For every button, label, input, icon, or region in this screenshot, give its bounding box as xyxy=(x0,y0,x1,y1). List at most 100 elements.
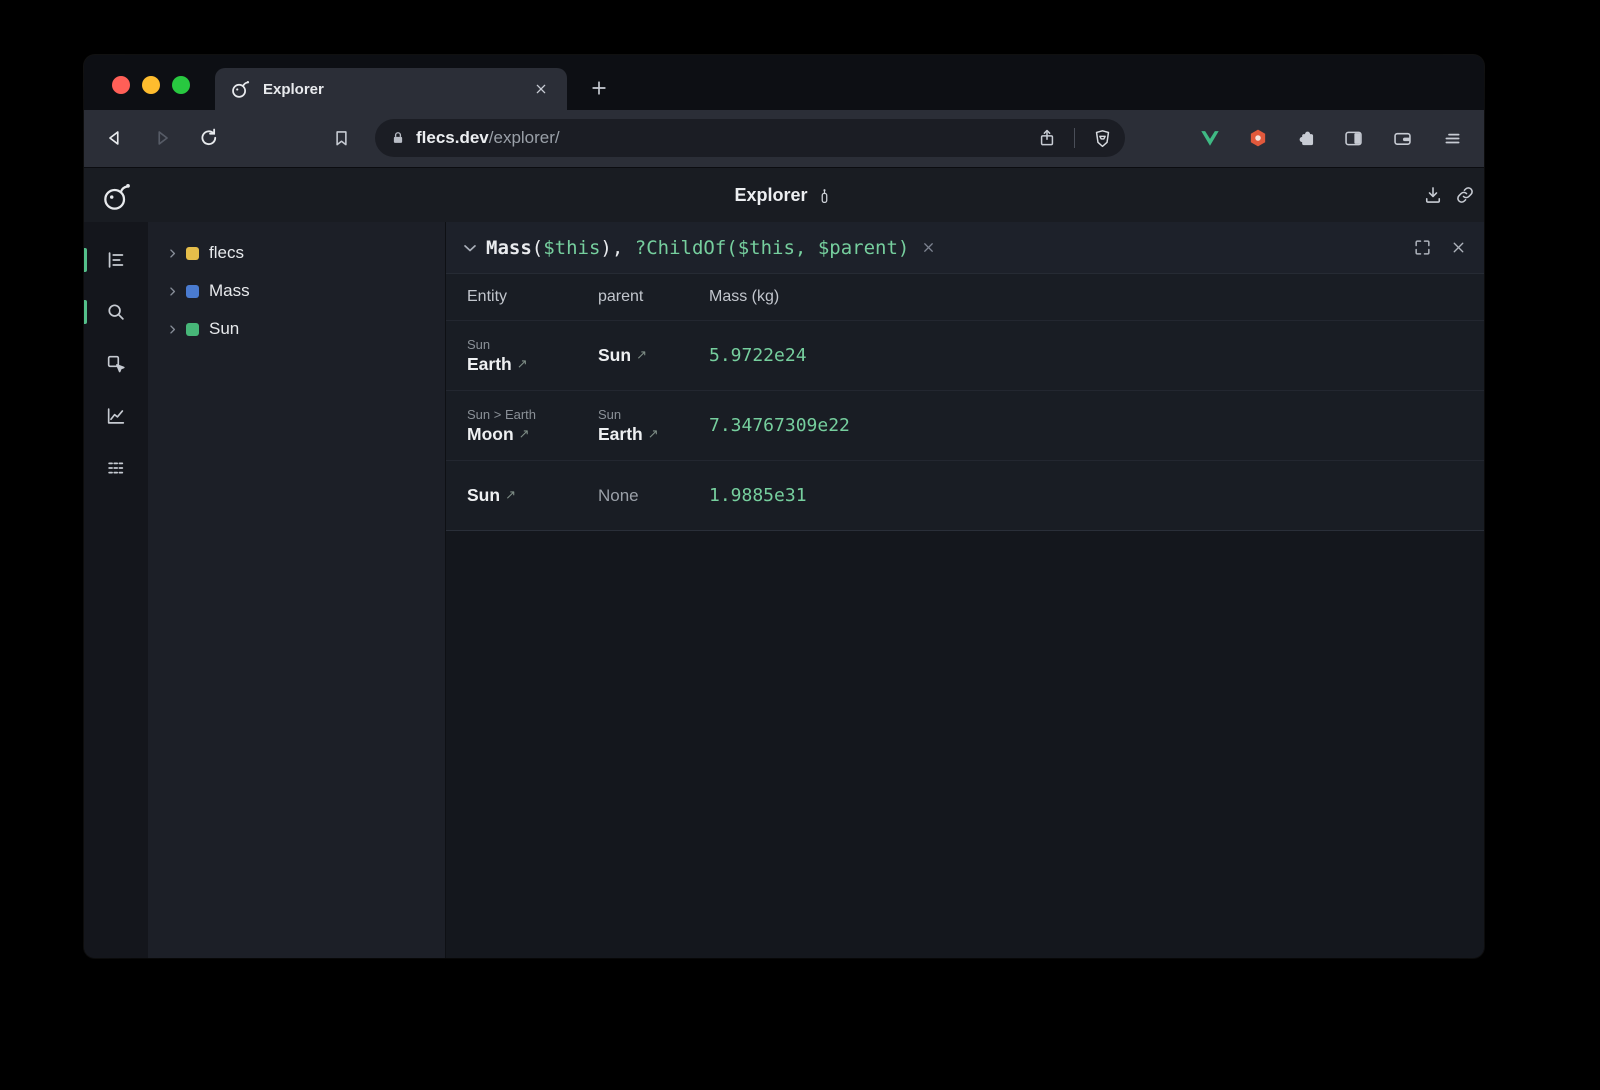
entity-color-swatch xyxy=(186,323,199,336)
table-row: Sun Earth↗ Sun↗ 5.9722e24 xyxy=(446,320,1484,390)
table-row: Sun > Earth Moon↗ Sun Earth↗ 7.34767309e… xyxy=(446,390,1484,460)
chevron-right-icon[interactable] xyxy=(165,246,180,261)
mass-value: 5.9722e24 xyxy=(709,345,807,366)
module-color-swatch xyxy=(186,247,199,260)
mass-cell: 7.34767309e22 xyxy=(709,415,1484,436)
tree-item-label: Sun xyxy=(209,319,239,339)
chevron-right-icon[interactable] xyxy=(165,322,180,337)
parent-cell: Sun↗ xyxy=(598,344,709,367)
brave-shield-button[interactable] xyxy=(1089,125,1115,151)
wallet-button[interactable] xyxy=(1385,121,1419,155)
goto-entity-icon: ↗ xyxy=(519,422,530,445)
zoom-window-button[interactable] xyxy=(172,76,190,94)
goto-entity-icon: ↗ xyxy=(648,422,659,445)
copy-link-button[interactable] xyxy=(1449,179,1481,211)
close-panel-button[interactable] xyxy=(1446,236,1470,260)
query-panel: Mass($this), ?ChildOf($this, $parent) xyxy=(445,222,1484,958)
browser-window: Explorer xyxy=(84,55,1484,958)
back-button[interactable] xyxy=(98,121,132,155)
mass-value: 1.9885e31 xyxy=(709,485,807,506)
menu-button[interactable] xyxy=(1435,121,1469,155)
app-title: Explorer xyxy=(734,168,833,223)
traffic-lights xyxy=(112,76,190,94)
entity-cell: Sun > Earth Moon↗ xyxy=(467,406,598,446)
table-header-row: Entity parent Mass (kg) xyxy=(446,274,1484,320)
query-panel-empty-area xyxy=(446,531,1484,958)
entity-link[interactable]: Sun↗ xyxy=(598,344,647,367)
new-tab-button[interactable] xyxy=(584,73,614,103)
active-indicator xyxy=(84,300,87,324)
column-header-mass: Mass (kg) xyxy=(709,288,1484,306)
parent-none-value: None xyxy=(598,486,709,506)
app-header: Explorer xyxy=(84,167,1484,222)
bookmark-button[interactable] xyxy=(324,121,358,155)
entity-path: Sun xyxy=(467,336,598,353)
tree-panel-button[interactable] xyxy=(98,242,134,278)
query-expression[interactable]: Mass($this), ?ChildOf($this, $parent) xyxy=(486,237,909,259)
goto-entity-icon: ↗ xyxy=(505,483,516,506)
url-separator xyxy=(1074,128,1075,148)
close-window-button[interactable] xyxy=(112,76,130,94)
url-bar[interactable]: flecs.dev/explorer/ xyxy=(375,119,1125,157)
collapse-query-button[interactable] xyxy=(459,237,481,259)
sidebar-rail xyxy=(84,222,148,958)
active-indicator xyxy=(84,248,87,272)
fullscreen-button[interactable] xyxy=(1410,236,1434,260)
table-row: Sun↗ None 1.9885e31 xyxy=(446,460,1484,530)
share-button[interactable] xyxy=(1034,125,1060,151)
reload-button[interactable] xyxy=(192,121,226,155)
component-color-swatch xyxy=(186,285,199,298)
goto-entity-icon: ↗ xyxy=(517,352,528,375)
goto-entity-icon: ↗ xyxy=(636,343,647,366)
query-header: Mass($this), ?ChildOf($this, $parent) xyxy=(446,222,1484,274)
entity-cell: Sun↗ xyxy=(467,484,598,507)
memory-panel-button[interactable] xyxy=(98,450,134,486)
tree-item-label: flecs xyxy=(209,243,244,263)
navigation-bar: flecs.dev/explorer/ xyxy=(84,110,1484,167)
tree-item-flecs[interactable]: flecs xyxy=(148,234,445,272)
tab-strip: Explorer xyxy=(84,55,1484,110)
mass-cell: 1.9885e31 xyxy=(709,485,1484,506)
tree-item-label: Mass xyxy=(209,281,250,301)
query-header-actions xyxy=(1410,236,1470,260)
parent-cell: None xyxy=(598,486,709,506)
column-header-entity: Entity xyxy=(467,288,598,306)
query-results-table: Entity parent Mass (kg) Sun Earth↗ Sun↗ … xyxy=(446,274,1484,531)
entity-path: Sun > Earth xyxy=(467,406,598,423)
entity-tree-panel: flecs Mass Sun xyxy=(148,222,445,958)
search-panel-button[interactable] xyxy=(98,294,134,330)
tab-close-button[interactable] xyxy=(529,77,553,101)
inspect-button[interactable] xyxy=(98,346,134,382)
minimize-window-button[interactable] xyxy=(142,76,160,94)
tree-item-mass[interactable]: Mass xyxy=(148,272,445,310)
flecs-logo-icon xyxy=(100,180,132,212)
browser-tab[interactable]: Explorer xyxy=(215,68,567,110)
clear-query-button[interactable] xyxy=(917,237,939,259)
entity-link[interactable]: Sun↗ xyxy=(467,484,516,507)
vue-devtools-extension-button[interactable] xyxy=(1193,121,1227,155)
mass-cell: 5.9722e24 xyxy=(709,345,1484,366)
url-path: /explorer/ xyxy=(489,128,560,147)
chevron-right-icon[interactable] xyxy=(165,284,180,299)
main-area: flecs Mass Sun xyxy=(84,222,1484,958)
url-bar-actions xyxy=(1034,119,1125,157)
stats-chart-button[interactable] xyxy=(98,398,134,434)
column-header-parent: parent xyxy=(598,288,709,306)
url-text: flecs.dev/explorer/ xyxy=(416,128,560,148)
tree-item-sun[interactable]: Sun xyxy=(148,310,445,348)
entity-link[interactable]: Earth↗ xyxy=(598,423,659,446)
remote-connection-icon xyxy=(816,187,834,205)
entity-link[interactable]: Earth↗ xyxy=(467,353,528,376)
entity-cell: Sun Earth↗ xyxy=(467,336,598,376)
page-title: Explorer xyxy=(734,185,807,206)
lock-icon xyxy=(389,129,407,147)
extensions-puzzle-button[interactable] xyxy=(1289,121,1323,155)
mass-value: 7.34767309e22 xyxy=(709,415,850,436)
download-button[interactable] xyxy=(1417,179,1449,211)
forward-button[interactable] xyxy=(145,121,179,155)
sidebar-toggle-button[interactable] xyxy=(1336,121,1370,155)
url-host: flecs.dev xyxy=(416,128,489,147)
parent-cell: Sun Earth↗ xyxy=(598,406,709,446)
hexagon-extension-button[interactable] xyxy=(1241,121,1275,155)
entity-link[interactable]: Moon↗ xyxy=(467,423,530,446)
